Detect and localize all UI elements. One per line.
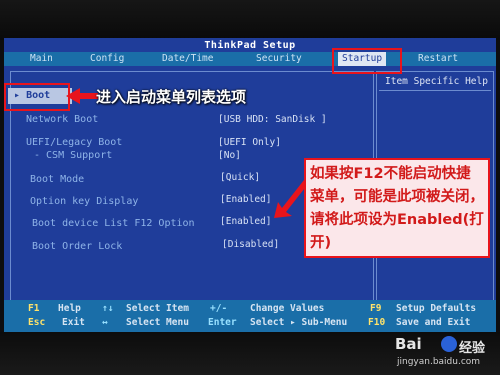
key-plus-minus-action: Change Values (250, 303, 325, 314)
key-up-down: ↑↓ (102, 303, 114, 314)
laptop-bezel-top (0, 0, 500, 40)
baidu-logo-text: Bai (395, 335, 422, 353)
arrow-icon (66, 88, 98, 104)
baidu-paw-icon (441, 336, 457, 352)
option-key-display-value[interactable]: [Enabled] (220, 194, 271, 205)
tab-config[interactable]: Config (90, 53, 124, 64)
option-key-display-item[interactable]: Option key Display (30, 196, 138, 207)
boot-device-list-f12-value[interactable]: [Enabled] (220, 216, 271, 227)
boot-mode-item[interactable]: Boot Mode (30, 174, 84, 185)
menu-bar: Main Config Date/Time Security Startup R… (4, 52, 496, 66)
key-up-down-action: Select Item (126, 303, 189, 314)
tab-main[interactable]: Main (30, 53, 53, 64)
arrow-icon (274, 180, 308, 218)
network-boot-value[interactable]: [USB HDD: SanDisk ] (218, 114, 327, 125)
key-enter: Enter (208, 317, 237, 328)
boot-mode-value[interactable]: [Quick] (220, 172, 260, 183)
f12-option-callout: 如果按F12不能启动快捷菜单，可能是此项被关闭，请将此项设为Enabled(打开… (304, 158, 490, 258)
csm-support-value[interactable]: [No] (218, 150, 241, 161)
key-f9-action: Setup Defaults (396, 303, 477, 314)
laptop-bezel-bottom (0, 332, 500, 375)
csm-support-item[interactable]: - CSM Support (34, 150, 112, 161)
key-f10-action: Save and Exit (396, 317, 471, 328)
key-left-right: ↔ (102, 317, 108, 328)
key-f10: F10 (368, 317, 386, 328)
boot-device-list-f12-item[interactable]: Boot device List F12 Option (32, 218, 195, 229)
boot-order-lock-value[interactable]: [Disabled] (222, 239, 279, 250)
startup-tab-highlight (332, 48, 402, 74)
uefi-legacy-boot-item[interactable]: UEFI/Legacy Boot (26, 137, 122, 148)
key-f1: F1 (28, 303, 40, 314)
boot-menu-callout: 进入启动菜单列表选项 (96, 88, 247, 106)
key-enter-action: Select ▸ Sub-Menu (250, 317, 348, 328)
boot-order-lock-item[interactable]: Boot Order Lock (32, 241, 122, 252)
key-plus-minus: +/- (210, 303, 228, 314)
watermark-url: jingyan.baidu.com (397, 357, 481, 367)
uefi-legacy-boot-value[interactable]: [UEFI Only] (218, 137, 281, 148)
help-panel-title: Item Specific Help (385, 76, 488, 87)
key-f1-action: Help (58, 303, 81, 314)
tab-date-time[interactable]: Date/Time (162, 53, 213, 64)
network-boot-item[interactable]: Network Boot (26, 114, 98, 125)
key-legend-bar: F1 Help ↑↓ Select Item +/- Change Values… (4, 300, 496, 332)
key-f9: F9 (370, 303, 382, 314)
help-divider (379, 90, 491, 91)
key-left-right-action: Select Menu (126, 317, 189, 328)
jingyan-text: 经验 (459, 341, 486, 356)
tab-restart[interactable]: Restart (418, 53, 458, 64)
boot-item-highlight (4, 83, 70, 111)
key-esc-action: Exit (62, 317, 85, 328)
tab-security[interactable]: Security (256, 53, 302, 64)
key-esc: Esc (28, 317, 46, 328)
bios-title: ThinkPad Setup (204, 40, 296, 51)
